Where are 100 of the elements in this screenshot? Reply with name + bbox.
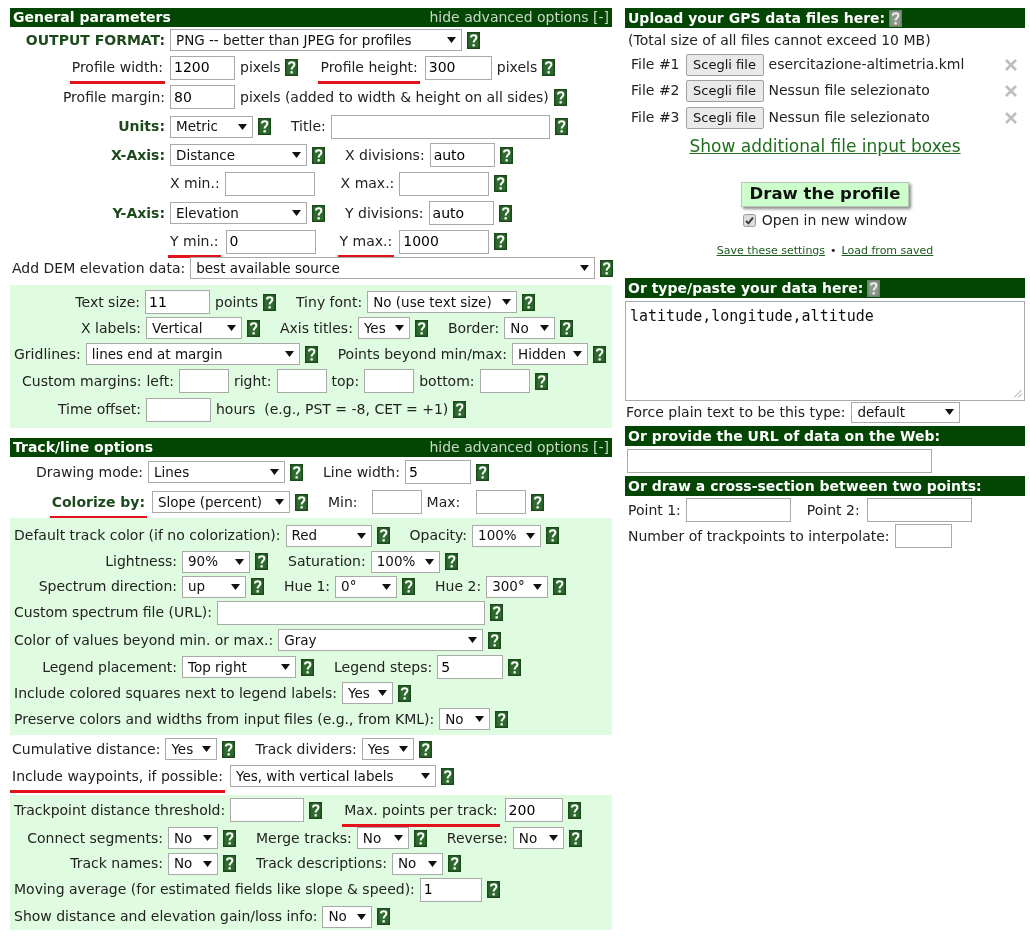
help-icon[interactable] xyxy=(560,319,574,337)
input-field[interactable] xyxy=(230,798,305,822)
dropdown[interactable]: Yes xyxy=(361,738,414,760)
resize-grip-icon[interactable] xyxy=(1013,389,1022,398)
input-field[interactable] xyxy=(866,498,972,522)
help-icon[interactable] xyxy=(534,372,548,390)
input-field[interactable] xyxy=(146,397,211,422)
help-icon[interactable] xyxy=(600,259,614,277)
choose-file-button[interactable]: Scegli file xyxy=(685,79,764,102)
help-icon[interactable] xyxy=(223,855,236,872)
dropdown[interactable]: Gray xyxy=(278,629,484,651)
input-field[interactable]: 5 xyxy=(437,655,504,679)
dropdown[interactable]: No xyxy=(168,852,218,875)
help-icon[interactable] xyxy=(304,345,318,363)
help-icon[interactable] xyxy=(312,204,325,222)
help-icon[interactable] xyxy=(553,88,567,106)
help-icon[interactable] xyxy=(568,829,582,847)
help-icon[interactable] xyxy=(494,175,508,192)
input-field[interactable] xyxy=(685,498,791,522)
input-field[interactable] xyxy=(894,524,952,548)
dropdown[interactable]: No xyxy=(168,827,218,849)
help-icon[interactable] xyxy=(312,146,325,164)
choose-file-button[interactable]: Scegli file xyxy=(685,53,764,76)
help-icon[interactable] xyxy=(223,829,236,847)
dropdown[interactable]: lines end at margin xyxy=(85,343,300,365)
help-icon[interactable] xyxy=(567,801,581,819)
toggle-link[interactable]: hide advanced options [-] xyxy=(429,437,609,458)
dropdown[interactable]: No xyxy=(391,852,443,875)
dropdown[interactable]: Yes xyxy=(357,317,410,339)
help-icon[interactable] xyxy=(376,527,390,544)
help-icon[interactable] xyxy=(495,710,509,728)
dropdown[interactable]: Red xyxy=(285,524,372,547)
help-icon[interactable] xyxy=(251,578,264,595)
dropdown[interactable]: No xyxy=(356,827,409,849)
dropdown[interactable]: 90% xyxy=(182,550,250,573)
help-icon[interactable] xyxy=(889,9,903,27)
input-field[interactable] xyxy=(364,369,415,393)
input-field[interactable]: 1000 xyxy=(399,229,490,254)
input-field[interactable]: 11 xyxy=(145,290,210,314)
help-icon[interactable] xyxy=(295,493,308,511)
dropdown[interactable]: No xyxy=(512,827,564,849)
input-field[interactable]: auto xyxy=(428,201,494,225)
help-icon[interactable] xyxy=(440,767,454,785)
help-icon[interactable] xyxy=(444,553,458,570)
input-field[interactable]: 1 xyxy=(419,877,482,902)
dropdown[interactable]: best available source xyxy=(190,257,596,279)
dropdown[interactable]: Distance xyxy=(170,144,307,166)
help-icon[interactable] xyxy=(309,801,323,819)
input-field[interactable] xyxy=(399,171,490,196)
help-icon[interactable] xyxy=(447,855,461,872)
input-field[interactable]: 80 xyxy=(170,85,235,109)
help-icon[interactable] xyxy=(867,279,881,297)
input-field[interactable]: 200 xyxy=(504,798,563,822)
help-icon[interactable] xyxy=(247,319,260,337)
help-icon[interactable] xyxy=(475,463,489,481)
help-icon[interactable] xyxy=(488,631,502,649)
input-field[interactable]: 300 xyxy=(424,55,492,80)
dropdown[interactable]: Slope (percent) xyxy=(152,491,290,513)
dropdown[interactable]: Top right xyxy=(182,656,296,678)
help-icon[interactable] xyxy=(494,233,508,250)
input-field[interactable]: 0 xyxy=(225,229,316,254)
help-icon[interactable] xyxy=(593,345,607,363)
dropdown[interactable]: Yes xyxy=(342,682,394,704)
help-icon[interactable] xyxy=(377,908,391,925)
dropdown[interactable]: 0° xyxy=(335,575,398,598)
help-icon[interactable] xyxy=(222,740,236,758)
input-field[interactable] xyxy=(276,369,327,393)
dropdown[interactable]: Vertical xyxy=(146,317,242,339)
help-icon[interactable] xyxy=(554,118,568,135)
help-icon[interactable] xyxy=(508,658,522,676)
dropdown[interactable]: Yes xyxy=(165,738,218,760)
input-field[interactable] xyxy=(479,369,530,393)
dropdown[interactable]: No (use text size) xyxy=(367,291,518,313)
checkbox[interactable] xyxy=(742,213,756,227)
help-icon[interactable] xyxy=(531,493,545,511)
help-icon[interactable] xyxy=(402,578,416,595)
dropdown[interactable]: 300° xyxy=(486,575,549,598)
help-icon[interactable] xyxy=(263,293,276,311)
dropdown[interactable]: No xyxy=(322,905,373,928)
help-icon[interactable] xyxy=(258,118,271,135)
input-field[interactable] xyxy=(330,114,550,139)
input-field[interactable] xyxy=(476,490,527,514)
input-field[interactable] xyxy=(216,600,485,625)
link[interactable]: Load from saved xyxy=(841,242,934,260)
input-field[interactable]: 5 xyxy=(404,460,471,484)
help-icon[interactable] xyxy=(285,59,299,76)
help-icon[interactable] xyxy=(498,204,512,222)
dropdown[interactable]: Metric xyxy=(170,115,253,138)
dropdown[interactable]: up xyxy=(182,575,246,598)
help-icon[interactable] xyxy=(489,604,503,621)
draw-profile-button[interactable]: Draw the profile xyxy=(740,182,910,207)
show-more-link[interactable]: Show additional file input boxes xyxy=(689,134,961,160)
dropdown[interactable]: default xyxy=(851,401,961,423)
help-icon[interactable] xyxy=(553,578,567,595)
help-icon[interactable] xyxy=(453,401,467,418)
help-icon[interactable] xyxy=(413,829,427,847)
choose-file-button[interactable]: Scegli file xyxy=(685,106,764,129)
dropdown[interactable]: Hidden xyxy=(512,343,589,365)
dropdown[interactable]: Yes, with vertical labels xyxy=(229,765,436,787)
dropdown[interactable]: 100% xyxy=(472,524,542,547)
